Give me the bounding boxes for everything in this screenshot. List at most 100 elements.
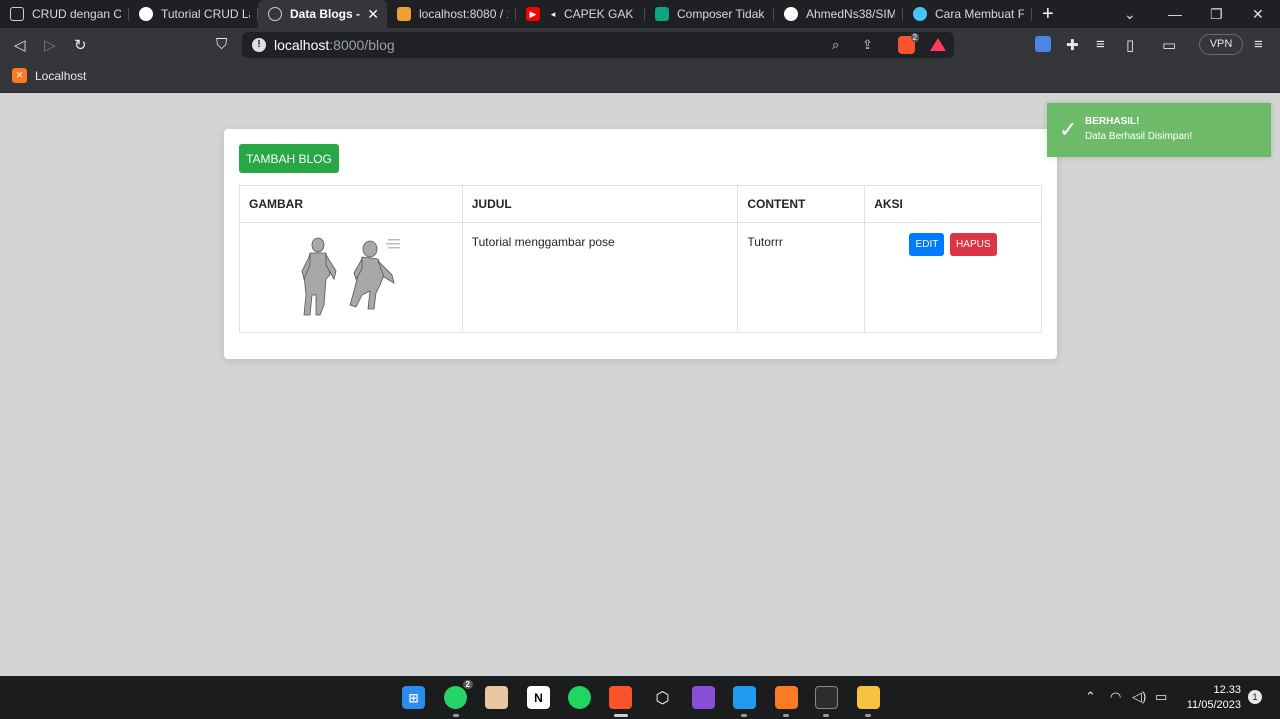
pose-drawing-image (301, 237, 400, 316)
table-header-row: GAMBAR JUDUL CONTENT AKSI (239, 185, 1042, 223)
tab-title: CRUD dengan Cod (32, 7, 121, 21)
tab-github[interactable]: AhmedNs38/SIM-( (774, 0, 903, 28)
toast-title: BERHASIL! (1085, 116, 1140, 127)
globe-icon (268, 7, 282, 21)
tab-title: CAPEK GAK KA (564, 7, 637, 21)
tab-search-icon[interactable]: ⌄ (1124, 0, 1136, 28)
vpn-button[interactable]: VPN (1199, 34, 1243, 55)
vscode-icon[interactable] (733, 686, 756, 709)
start-icon[interactable]: ⊞ (402, 686, 425, 709)
brave-shields-icon[interactable]: 2 (898, 33, 919, 54)
address-bar[interactable]: ! localhost:8000/blog ⌕ ⇪ 2 (242, 32, 954, 58)
url-text[interactable]: localhost:8000/blog (274, 37, 395, 53)
phpmyadmin-icon (397, 7, 411, 21)
playlist-icon[interactable]: ≡ (1096, 36, 1105, 53)
wallet-icon[interactable]: ▭ (1162, 36, 1176, 54)
tab-youtube[interactable]: ▶ ◂ CAPEK GAK KA (516, 0, 645, 28)
add-blog-button[interactable]: TAMBAH BLOG (239, 144, 339, 173)
content-cell: Tutorrr (737, 222, 866, 333)
url-path: :8000/blog (329, 37, 395, 53)
photos-icon[interactable] (485, 686, 508, 709)
active-indicator (614, 714, 628, 717)
bookmark-label: Localhost (35, 68, 87, 83)
whatsapp-badge: 2 (462, 680, 473, 689)
xampp-icon[interactable] (775, 686, 798, 709)
blog-table: GAMBAR JUDUL CONTENT AKSI Tutorial mengg… (239, 185, 1042, 333)
forward-icon[interactable]: ▷ (44, 36, 56, 54)
running-indicator (783, 714, 789, 717)
chatgpt-icon (655, 7, 669, 21)
success-toast[interactable]: ✓ BERHASIL! Data Berhasil Disimpan! (1047, 103, 1271, 157)
youtube-icon: ▶ (526, 7, 540, 21)
notion-icon[interactable]: N (527, 686, 550, 709)
reload-icon[interactable]: ↻ (74, 36, 87, 54)
share-icon[interactable]: ⇪ (862, 37, 873, 53)
tab-tutorial-crud-laravel[interactable]: Tutorial CRUD Lara (129, 0, 258, 28)
notification-badge[interactable]: 1 (1248, 690, 1262, 704)
system-clock[interactable]: 12.33 11/05/2023 (1178, 683, 1241, 713)
file-explorer-icon[interactable] (857, 686, 880, 709)
windows-taskbar: ⊞ 2 N ⬡ ⌃ ◠ ◁) ▭ 12.33 11/05/2023 1 (0, 676, 1280, 719)
running-indicator (823, 714, 829, 717)
shield-count: 2 (910, 33, 919, 42)
terminal-icon[interactable] (815, 686, 838, 709)
header-judul: JUDUL (461, 185, 739, 223)
brave-rewards-icon[interactable] (930, 38, 946, 51)
incognito-icon (139, 7, 153, 21)
close-tab-icon[interactable]: ✕ (367, 6, 379, 23)
whatsapp-icon[interactable]: 2 (444, 680, 473, 709)
xampp-icon: ✕ (12, 68, 27, 83)
speaker-icon[interactable]: ◂ (548, 7, 558, 21)
gambar-cell (239, 222, 463, 333)
github-icon (784, 7, 798, 21)
clock-date: 11/05/2023 (1186, 699, 1241, 711)
new-tab-button[interactable]: + (1042, 3, 1054, 26)
header-content: CONTENT (737, 185, 866, 223)
unity-icon[interactable]: ⬡ (651, 686, 674, 709)
back-icon[interactable]: ◁ (14, 36, 26, 54)
brave-icon[interactable] (609, 686, 632, 709)
checkmark-icon: ✓ (1059, 117, 1078, 142)
bookmark-icon[interactable]: ⛉ (216, 36, 227, 53)
delete-button[interactable]: HAPUS (949, 233, 997, 256)
tab-data-blogs[interactable]: Data Blogs - Sa ✕ (258, 0, 387, 28)
visual-studio-icon[interactable] (692, 686, 715, 709)
flutter-icon (913, 7, 927, 21)
tab-title: Tutorial CRUD Lara (161, 7, 250, 21)
running-indicator (865, 714, 871, 717)
browser-toolbar: ◁ ▷ ↻ ⛉ ! localhost:8000/blog ⌕ ⇪ 2 ✚ ≡ … (0, 28, 1280, 62)
edit-button[interactable]: EDIT (909, 233, 945, 256)
tab-title: AhmedNs38/SIM-( (806, 7, 895, 21)
zoom-icon[interactable]: ⌕ (832, 37, 839, 53)
volume-icon[interactable]: ◁) (1132, 689, 1146, 705)
translate-icon[interactable] (1035, 36, 1051, 52)
bookmark-localhost[interactable]: ✕ Localhost (12, 68, 86, 83)
tab-title: Data Blogs - Sa (290, 7, 363, 21)
tab-title: Composer Tidak Bi (677, 7, 766, 21)
tab-chatgpt[interactable]: Composer Tidak Bi (645, 0, 774, 28)
tab-title: Cara Membuat Fol (935, 7, 1024, 21)
extensions-icon[interactable]: ✚ (1066, 36, 1079, 54)
tab-flutter[interactable]: Cara Membuat Fol (903, 0, 1032, 28)
minimize-icon[interactable]: — (1168, 0, 1182, 28)
wifi-icon[interactable]: ◠ (1110, 689, 1121, 705)
toast-message: Data Berhasil Disimpan! (1085, 131, 1193, 142)
sidebar-icon[interactable]: ▯ (1126, 36, 1134, 54)
spotify-icon[interactable] (568, 686, 591, 709)
clock-time: 12.33 (1213, 684, 1241, 696)
tray-chevron-icon[interactable]: ⌃ (1085, 689, 1096, 705)
tab-phpmyadmin[interactable]: localhost:8080 / 12 (387, 0, 516, 28)
window-close-icon[interactable]: ✕ (1252, 0, 1264, 28)
tab-crud-codeigniter[interactable]: CRUD dengan Cod (0, 0, 129, 28)
window-icon (10, 7, 24, 21)
table-row: Tutorial menggambar pose Tutorrr EDIT HA… (239, 222, 1042, 333)
url-host: localhost (274, 37, 330, 53)
running-indicator (453, 714, 459, 717)
restore-icon[interactable]: ❐ (1210, 0, 1223, 28)
battery-icon[interactable]: ▭ (1155, 689, 1167, 705)
aksi-cell: EDIT HAPUS (864, 222, 1042, 333)
tab-strip: CRUD dengan Cod Tutorial CRUD Lara Data … (0, 0, 1280, 28)
site-info-icon[interactable]: ! (252, 38, 266, 52)
menu-icon[interactable]: ≡ (1254, 36, 1263, 53)
header-aksi: AKSI (864, 185, 1042, 223)
